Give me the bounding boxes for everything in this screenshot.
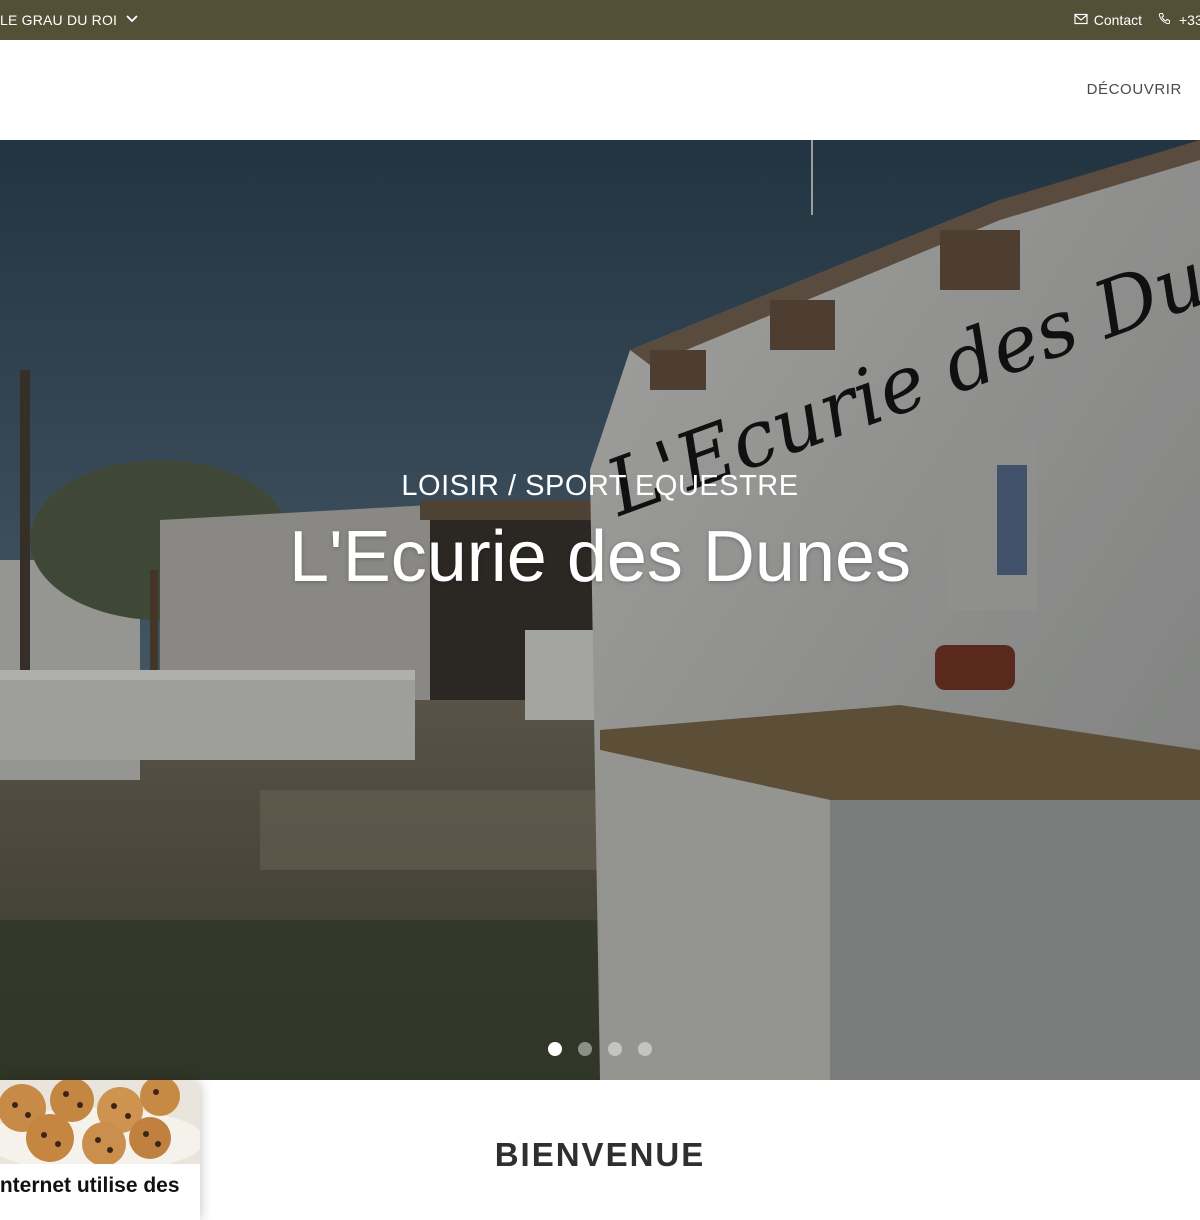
location-selector[interactable]: LE GRAU DU ROI xyxy=(0,0,139,40)
hero-caption: LOISIR / SPORT EQUESTRE L'Ecurie des Dun… xyxy=(0,470,1200,593)
hero-slider: L'Ecurie des Dunes LOISIR / SPORT EQUEST… xyxy=(0,140,1200,1080)
slider-dot-2[interactable] xyxy=(578,1042,592,1056)
envelope-icon xyxy=(1074,12,1088,28)
contact-link[interactable]: Contact xyxy=(1074,12,1142,28)
slider-dots xyxy=(548,1042,652,1056)
hero-kicker: LOISIR / SPORT EQUESTRE xyxy=(401,470,799,502)
slider-dot-4[interactable] xyxy=(638,1042,652,1056)
topbar-contact-group: Contact +33 xyxy=(1074,0,1200,40)
nav-discover[interactable]: DÉCOUVRIR xyxy=(1087,81,1182,98)
hero-title: L'Ecurie des Dunes xyxy=(288,517,912,597)
phone-link[interactable]: +33 xyxy=(1158,12,1200,28)
location-label: LE GRAU DU ROI xyxy=(0,12,118,28)
chevron-down-icon xyxy=(125,12,139,29)
phone-icon xyxy=(1158,12,1171,28)
phone-label: +33 xyxy=(1179,12,1200,28)
slider-dot-3[interactable] xyxy=(608,1042,622,1056)
main-header: DÉCOUVRIR xyxy=(0,40,1200,140)
slider-dot-1[interactable] xyxy=(548,1042,562,1056)
cookie-banner[interactable]: Internet utilise des xyxy=(0,1080,200,1220)
hero-photo: L'Ecurie des Dunes xyxy=(0,140,1200,1080)
cookies-image xyxy=(0,1080,200,1164)
contact-label: Contact xyxy=(1093,12,1142,28)
top-bar: LE GRAU DU ROI Contact +33 xyxy=(0,0,1200,40)
cookie-banner-text: Internet utilise des xyxy=(0,1174,180,1197)
